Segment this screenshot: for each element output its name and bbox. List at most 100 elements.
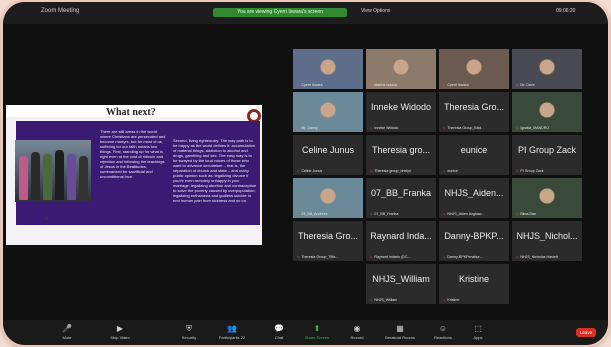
participant-name-display: Raynard Inda... [370, 231, 432, 241]
muted-mic-icon: ⦸ [443, 83, 446, 87]
chat-button[interactable]: 💬 Chat [262, 325, 296, 341]
participant-name-display: Theresia Gro... [443, 102, 505, 112]
meeting-toolbar: 🎤 Mute ▶ Stop Video ⛨ Security 👥 Participant… [3, 320, 608, 345]
record-icon: ◉ [353, 324, 361, 333]
participant-tile[interactable]: ⦸ Mr. Danny [293, 92, 363, 132]
muted-mic-icon: ⦸ [370, 83, 373, 87]
zoom-window: Zoom Meeting You are viewing Cyerri Iswa… [3, 2, 608, 345]
participant-name-label: ⦸ Theresia Group_Bisd... [443, 126, 485, 130]
mute-button[interactable]: 🎤 Mute [50, 324, 84, 341]
participant-name-label: ⦸ 07_BB_Franka [370, 212, 399, 216]
cursor [45, 217, 48, 220]
participant-name-display: NHJS_William [372, 274, 430, 284]
participant-tile[interactable]: ⦸ Mr. Dave [512, 49, 582, 89]
breakout-icon: ▦ [396, 324, 404, 333]
participant-name-label: ⦸ Raynard Indarto (DC... [370, 255, 411, 259]
participant-tile[interactable]: ⦸ Cyerri Iswara [293, 49, 363, 89]
participant-tile[interactable]: PI Group Zack ⦸ PI Group Zack [512, 135, 582, 175]
muted-mic-icon: ⦸ [370, 126, 373, 130]
participant-tile[interactable]: Inneke Widodo ⦸ Inneke Widodo [366, 92, 436, 132]
participants-count: 22 [240, 335, 246, 340]
participant-tile[interactable]: 07_BB_Franka ⦸ 07_BB_Franka [366, 178, 436, 218]
participant-tile[interactable]: ⦸ 23_BB_Andreas [293, 178, 363, 218]
view-options-button[interactable]: View Options [361, 8, 390, 14]
participant-name-display: NHJS_Aiden... [444, 188, 504, 198]
camera-icon: ▶ [116, 324, 124, 333]
stop-video-button[interactable]: ▶ Stop Video [103, 324, 137, 341]
participant-name-label: ⦸ NHJS_William [370, 298, 398, 302]
participant-name-label: ⦸ Cyerri Iswara [297, 83, 323, 87]
muted-mic-icon: ⦸ [370, 298, 373, 302]
participant-tile[interactable]: Raynard Inda... ⦸ Raynard Indarto (DC... [366, 221, 436, 261]
people-icon: 👥 [227, 324, 237, 333]
participant-tile[interactable]: ⦸ Marina Iswara [366, 49, 436, 89]
muted-mic-icon: ⦸ [297, 255, 300, 259]
participants-button[interactable]: 👥 Participants 22 [215, 324, 249, 341]
participant-name-label: ⦸ Bima Dan [516, 212, 537, 216]
participant-name-label: ⦸ NHJS_Nicholas Haslett [516, 255, 558, 259]
participant-tile[interactable]: eunice ⦸ eunice [439, 135, 509, 175]
participant-name-label: ⦸ Mr. Dave [516, 83, 535, 87]
participant-tile[interactable]: Theresia gro... ⦸ Theresia group_bhelyn [366, 135, 436, 175]
muted-mic-icon: ⦸ [516, 83, 519, 87]
photo-person [55, 150, 64, 200]
participant-name-label: ⦸ Danny-BPKPenabur-... [443, 255, 484, 259]
participant-name-label: ⦸ Theresia Group_Tiffa... [297, 255, 339, 259]
participant-tile[interactable]: NHJS_Aiden... ⦸ NHJS_Aiden Angkaw... [439, 178, 509, 218]
apps-icon: ⬚ [474, 324, 482, 333]
participant-name-display: Celine Junus [301, 145, 355, 155]
photo-person [31, 152, 40, 200]
slide-text-col-2: Second, living righteously. The way path… [173, 138, 257, 203]
participant-name-label: ⦸ PI Group Zack [516, 169, 544, 173]
participant-tile[interactable]: Theresia Gro... ⦸ Theresia Group_Bisd... [439, 92, 509, 132]
leave-button[interactable]: Leave [576, 328, 596, 337]
participant-name-label: ⦸ Kristine [443, 298, 460, 302]
share-screen-icon: ⬆ [313, 324, 321, 333]
participant-name-display: Danny-BPKP... [444, 231, 504, 241]
microphone-icon: 🎤 [62, 324, 72, 333]
muted-mic-icon: ⦸ [443, 298, 446, 302]
sharing-banner: You are viewing Cyerri Iswara's screen [213, 8, 347, 17]
share-screen-button[interactable]: ⬆ Share Screen [300, 324, 334, 341]
top-bar: Zoom Meeting You are viewing Cyerri Iswa… [3, 2, 608, 24]
participant-tile[interactable]: ⦸ Cyerri Iswara [439, 49, 509, 89]
security-button[interactable]: ⛨ Security [172, 324, 206, 341]
smiley-icon: ☺ [438, 324, 448, 333]
muted-mic-icon: ⦸ [370, 255, 373, 259]
muted-mic-icon: ⦸ [443, 255, 446, 259]
participant-name-display: eunice [460, 145, 488, 155]
participant-name-label: ⦸ Inneke Widodo [370, 126, 399, 130]
slide-title: What next? [106, 107, 156, 118]
participant-name-display: Theresia gro... [371, 145, 431, 155]
slide-text-col-1: There are still areas in the world where… [100, 129, 166, 179]
muted-mic-icon: ⦸ [370, 169, 373, 173]
participant-name-label: ⦸ eunice [443, 169, 458, 173]
participant-tile[interactable]: Theresia Gro... ⦸ Theresia Group_Tiffa... [293, 221, 363, 261]
apps-button[interactable]: ⬚ Apps [461, 324, 495, 341]
participant-tile[interactable]: NHJS_Nichol... ⦸ NHJS_Nicholas Haslett [512, 221, 582, 261]
breakout-rooms-button[interactable]: ▦ Breakout Rooms [383, 324, 417, 341]
photo-person [19, 156, 28, 200]
shield-icon: ⛨ [186, 324, 192, 333]
muted-mic-icon: ⦸ [370, 212, 373, 216]
participant-tile[interactable]: ⦸ Ignatia_MANDRO [512, 92, 582, 132]
muted-mic-icon: ⦸ [297, 212, 300, 216]
muted-mic-icon: ⦸ [516, 212, 519, 216]
app-title: Zoom Meeting [41, 8, 80, 14]
muted-mic-icon: ⦸ [297, 83, 300, 87]
meeting-timer: 09:06:20 [556, 8, 576, 14]
participant-tile[interactable]: Kristine ⦸ Kristine [439, 264, 509, 304]
reactions-button[interactable]: ☺ Reactions [426, 324, 460, 341]
participant-name-display: PI Group Zack [517, 145, 577, 155]
participant-tile[interactable]: Celine Junus ⦸ Celine Junus [293, 135, 363, 175]
participant-tile[interactable]: NHJS_William ⦸ NHJS_William [366, 264, 436, 304]
record-button[interactable]: ◉ Record [340, 324, 374, 341]
participant-tile[interactable]: ⦸ Bima Dan [512, 178, 582, 218]
participant-name-label: ⦸ Cyerri Iswara [443, 83, 469, 87]
participant-name-label: ⦸ Theresia group_bhelyn [370, 169, 412, 173]
participant-tile[interactable]: Danny-BPKP... ⦸ Danny-BPKPenabur-... [439, 221, 509, 261]
muted-mic-icon: ⦸ [516, 255, 519, 259]
participant-name-label: ⦸ Celine Junus [297, 169, 323, 173]
participant-name-display: Inneke Widodo [370, 102, 432, 112]
photo-person [43, 154, 52, 200]
